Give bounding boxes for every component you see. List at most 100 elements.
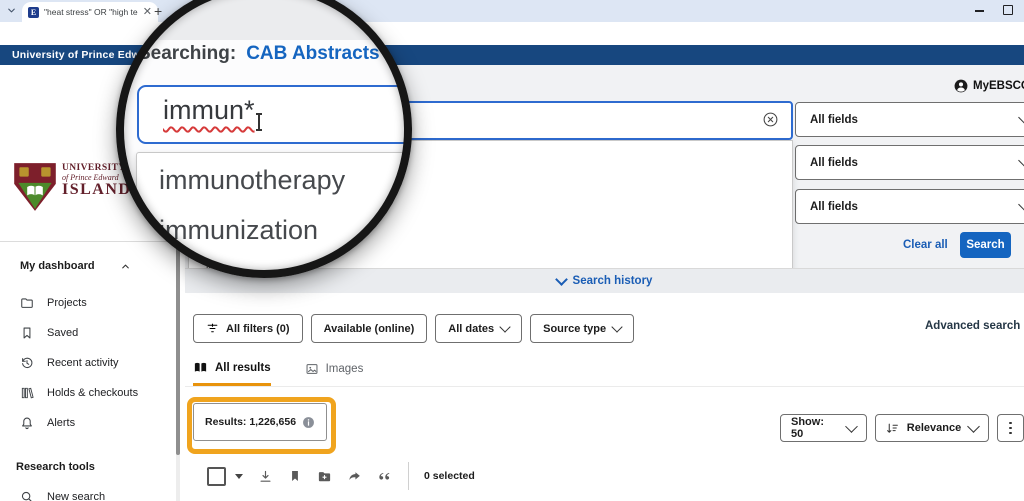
chevron-down-icon bbox=[967, 420, 980, 433]
advanced-search-link[interactable]: Advanced search bbox=[925, 320, 1020, 332]
filter-label: All dates bbox=[448, 323, 494, 335]
sort-value: Relevance bbox=[907, 422, 961, 434]
cite-quote-icon[interactable] bbox=[377, 469, 392, 484]
download-icon[interactable] bbox=[258, 469, 273, 484]
field-select-value: All fields bbox=[810, 201, 858, 213]
all-filters-button[interactable]: All filters (0) bbox=[193, 314, 303, 343]
share-icon[interactable] bbox=[347, 469, 362, 484]
add-to-folder-icon[interactable] bbox=[317, 469, 332, 484]
person-icon bbox=[954, 79, 968, 93]
field-select-value: All fields bbox=[810, 114, 858, 126]
myebsco-label: MyEBSCO bbox=[973, 80, 1024, 92]
field-select-3[interactable]: All fields bbox=[795, 189, 1024, 224]
history-clock-icon bbox=[20, 356, 34, 370]
sidebar-item-new-search[interactable]: New search bbox=[0, 484, 192, 501]
sidebar-item-label: Saved bbox=[47, 327, 78, 339]
filter-icon bbox=[206, 322, 219, 335]
chevron-down-icon[interactable] bbox=[555, 273, 568, 286]
sidebar-item-label: Alerts bbox=[47, 417, 75, 429]
text-cursor-ibeam bbox=[255, 113, 263, 131]
filter-pill-row: All filters (0) Available (online) All d… bbox=[193, 314, 634, 343]
search-icon bbox=[20, 490, 34, 501]
source-type-dropdown[interactable]: Source type bbox=[530, 314, 634, 343]
magnified-autocomplete-panel: immunotherapy immunization bbox=[136, 152, 408, 274]
ebsco-favicon-icon: E bbox=[28, 7, 39, 18]
field-select-2[interactable]: All fields bbox=[795, 145, 1024, 180]
results-controls: Show: 50 Relevance bbox=[780, 414, 1024, 442]
sidebar-item-label: Holds & checkouts bbox=[47, 387, 138, 399]
tab-label: Images bbox=[326, 363, 364, 375]
select-all-checkbox[interactable] bbox=[207, 467, 226, 486]
chevron-down-icon bbox=[611, 321, 622, 332]
upei-logo-text: UNIVERSITY of Prince Edward ISLAND bbox=[62, 164, 131, 199]
more-options-button[interactable] bbox=[997, 414, 1024, 442]
image-icon bbox=[305, 362, 319, 376]
my-dashboard-label[interactable]: My dashboard bbox=[20, 260, 95, 272]
show-per-page-dropdown[interactable]: Show: 50 bbox=[780, 414, 867, 442]
tab-images[interactable]: Images bbox=[305, 362, 364, 384]
search-history-link[interactable]: Search history bbox=[573, 275, 653, 287]
filter-label: All filters (0) bbox=[226, 323, 290, 335]
chevron-up-icon[interactable] bbox=[120, 261, 131, 272]
results-count: Results: 1,226,656 bbox=[205, 416, 296, 428]
tab-label: All results bbox=[215, 362, 271, 374]
all-dates-dropdown[interactable]: All dates bbox=[435, 314, 522, 343]
bookmark-icon[interactable] bbox=[288, 469, 302, 483]
info-icon[interactable] bbox=[302, 416, 315, 429]
available-online-button[interactable]: Available (online) bbox=[311, 314, 428, 343]
tab-all-results[interactable]: All results bbox=[193, 360, 271, 386]
show-value: Show: 50 bbox=[791, 416, 839, 440]
magnified-background bbox=[120, 0, 408, 40]
checkbox-caret-icon[interactable] bbox=[235, 474, 243, 479]
logo-line-3: ISLAND bbox=[62, 182, 131, 199]
chevron-down-icon bbox=[1018, 154, 1024, 167]
tab-divider bbox=[185, 386, 1024, 387]
upei-crest-logo bbox=[12, 161, 58, 213]
selection-toolbar: 0 selected bbox=[207, 462, 475, 490]
sidebar-item-saved[interactable]: Saved bbox=[0, 320, 192, 346]
filter-label: Source type bbox=[543, 323, 606, 335]
institution-name: University of Prince Edw bbox=[12, 49, 140, 61]
sort-dropdown[interactable]: Relevance bbox=[875, 414, 989, 442]
searching-prefix: Searching: bbox=[138, 43, 236, 64]
toolbar-divider bbox=[408, 462, 409, 490]
magnified-search-input[interactable]: immun* bbox=[137, 85, 408, 144]
database-name: CAB Abstracts wit bbox=[246, 43, 408, 64]
sidebar-item-projects[interactable]: Projects bbox=[0, 290, 192, 316]
sidebar-item-label: Recent activity bbox=[47, 357, 119, 369]
autocomplete-suggestion[interactable]: immunotherapy bbox=[159, 165, 345, 196]
bell-icon bbox=[20, 416, 34, 430]
chevron-down-icon bbox=[845, 420, 858, 433]
window-maximize-button[interactable] bbox=[1003, 5, 1013, 15]
research-tools-label: Research tools bbox=[16, 461, 95, 473]
chevron-down-icon bbox=[499, 321, 510, 332]
filter-label: Available (online) bbox=[324, 323, 415, 335]
magnified-searching-heading: Searching: CAB Abstracts wit bbox=[138, 43, 408, 65]
folder-icon bbox=[20, 296, 34, 310]
sort-icon bbox=[886, 422, 899, 435]
window-minimize-button[interactable] bbox=[975, 10, 984, 12]
sidebar-item-recent-activity[interactable]: Recent activity bbox=[0, 350, 192, 376]
results-tab-row: All results Images bbox=[193, 360, 363, 386]
myebsco-button[interactable]: MyEBSCO bbox=[954, 79, 1024, 93]
tab-search-chevron-icon[interactable] bbox=[6, 5, 17, 16]
screen: E "heat stress" OR "high tempera ✕ + ← →… bbox=[0, 0, 1024, 501]
open-book-icon bbox=[193, 360, 208, 375]
bookmark-icon bbox=[20, 326, 34, 340]
clear-input-icon[interactable] bbox=[762, 111, 779, 128]
magnifier-lens: Searching: CAB Abstracts wit immun* immun… bbox=[120, 0, 408, 274]
selected-count: 0 selected bbox=[424, 470, 475, 482]
chevron-down-icon bbox=[1018, 111, 1024, 124]
search-button[interactable]: Search bbox=[960, 232, 1011, 258]
clear-all-link[interactable]: Clear all bbox=[903, 239, 948, 251]
chevron-down-icon bbox=[1018, 198, 1024, 211]
sidebar-item-label: Projects bbox=[47, 297, 87, 309]
autocomplete-suggestion[interactable]: immunization bbox=[159, 215, 318, 246]
sidebar-item-alerts[interactable]: Alerts bbox=[0, 410, 192, 436]
library-books-icon bbox=[20, 386, 34, 400]
sidebar-item-holds-checkouts[interactable]: Holds & checkouts bbox=[0, 380, 192, 406]
results-count-box: Results: 1,226,656 bbox=[193, 403, 327, 441]
field-select-1[interactable]: All fields bbox=[795, 102, 1024, 137]
search-query-text: immun* bbox=[163, 95, 255, 126]
field-select-value: All fields bbox=[810, 157, 858, 169]
